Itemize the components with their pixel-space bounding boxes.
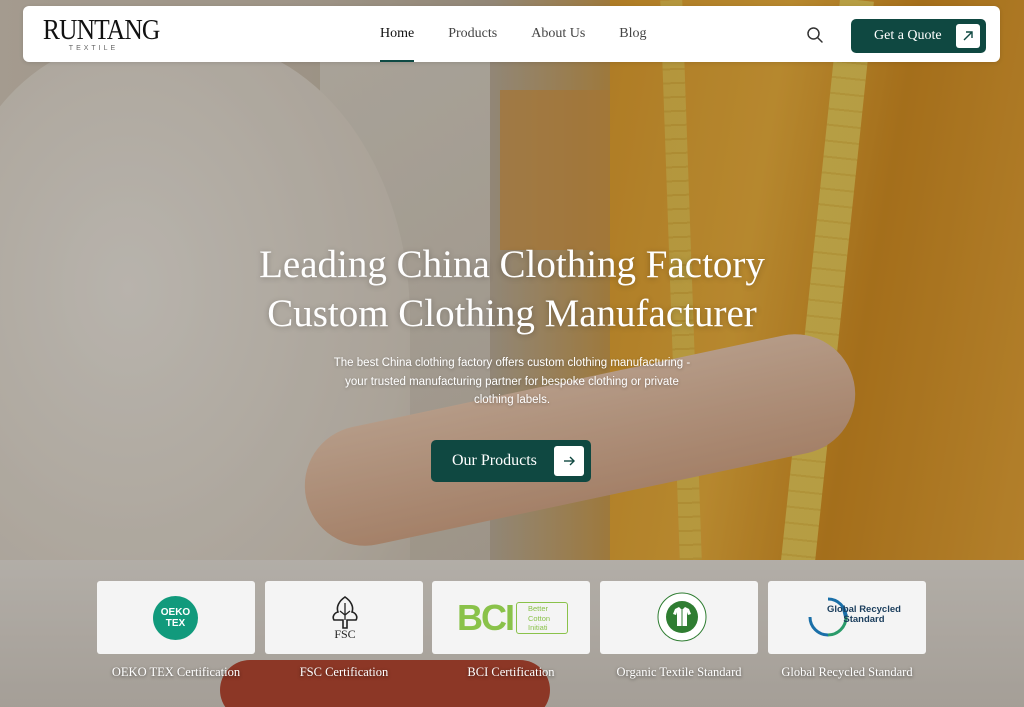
cert-card[interactable]: FSC — [265, 581, 423, 654]
cert-card[interactable]: BCI Better Cotton Initiati — [432, 581, 590, 654]
our-products-label: Our Products — [452, 452, 537, 469]
logo-main-text: RUNTANG — [42, 14, 160, 46]
fsc-logo-text: FSC — [334, 627, 356, 641]
fsc-logo: FSC — [325, 595, 365, 643]
cert-grs: Global Recycled Standard Global Recycled… — [768, 581, 926, 679]
nav-item-products[interactable]: Products — [448, 6, 497, 62]
bci-small-2: Cotton — [528, 613, 551, 623]
nav-item-home[interactable]: Home — [380, 6, 415, 62]
nav-item-about-us[interactable]: About Us — [531, 6, 585, 62]
cert-card[interactable]: OEKO TEX — [97, 581, 255, 654]
grs-logo-text: Global Recycled Standard — [827, 605, 901, 624]
hero-subtitle: The best China clothing factory offers c… — [333, 357, 691, 406]
cert-label: BCI Certification — [467, 665, 555, 679]
grs-text-2: Standard — [843, 613, 885, 625]
hero-title-line-2: Custom Clothing Manufacturer — [267, 292, 757, 335]
nav-item-blog[interactable]: Blog — [619, 6, 646, 62]
cert-oeko-tex: OEKO TEX OEKO TEX Certification — [97, 581, 255, 679]
cert-bci: BCI Better Cotton Initiati BCI Certifica… — [432, 581, 590, 679]
cert-gots: Organic Textile Standard — [600, 581, 758, 679]
oeko-logo-text-2: TEX — [165, 618, 186, 629]
get-a-quote-label: Get a Quote — [874, 28, 942, 43]
get-a-quote-button[interactable]: Get a Quote — [851, 19, 986, 53]
our-products-button[interactable]: Our Products — [431, 440, 591, 482]
cert-label: Organic Textile Standard — [616, 665, 742, 679]
search-icon[interactable] — [806, 26, 824, 44]
bci-logo: BCI Better Cotton Initiati — [457, 598, 569, 638]
arrow-up-right-icon — [956, 24, 980, 48]
logo[interactable]: RUNTANG TEXTILE — [36, 14, 160, 57]
site-header: RUNTANG TEXTILE Home Products About Us B… — [23, 6, 1000, 62]
hero-title-line-1: Leading China Clothing Factory — [259, 243, 765, 286]
logo-sub-text: TEXTILE — [68, 45, 119, 52]
bci-small-1: Better — [528, 604, 549, 613]
cert-label: Global Recycled Standard — [781, 665, 913, 679]
cert-label: FSC Certification — [299, 665, 389, 679]
main-nav: Home Products About Us Blog — [380, 6, 681, 62]
cert-card[interactable]: Global Recycled Standard — [768, 581, 926, 654]
oeko-logo-text-1: OEKO — [160, 607, 191, 618]
grs-logo: Global Recycled Standard — [806, 595, 901, 639]
bci-logo-text: BCI — [457, 597, 515, 638]
cert-fsc: FSC FSC Certification — [265, 581, 423, 679]
oeko-tex-logo: OEKO TEX — [153, 596, 198, 640]
cert-label: OEKO TEX Certification — [111, 665, 241, 679]
gots-logo — [657, 592, 707, 642]
bci-logo-small: Better Cotton Initiati — [516, 602, 568, 634]
arrow-right-icon — [554, 446, 584, 476]
cert-card[interactable] — [600, 581, 758, 654]
bci-small-3: Initiati — [528, 623, 548, 632]
fsc-tree-icon — [332, 596, 358, 629]
